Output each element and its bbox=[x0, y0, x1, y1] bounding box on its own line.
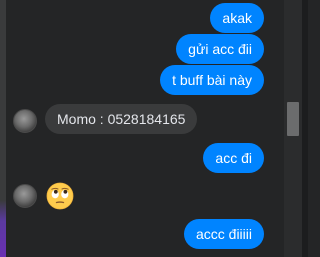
scrollbar-thumb[interactable] bbox=[287, 102, 299, 136]
contact-avatar[interactable] bbox=[13, 184, 37, 208]
message-bubble-outgoing[interactable]: accc điiiii bbox=[183, 219, 264, 249]
message-bubble-outgoing[interactable]: acc đi bbox=[203, 143, 264, 173]
message-bubble-outgoing[interactable]: akak bbox=[210, 3, 264, 33]
message-bubble-incoming[interactable]: Momo : 0528184165 bbox=[45, 104, 198, 134]
message-bubble-outgoing[interactable]: gửi acc đii bbox=[176, 34, 264, 64]
message-bubble-outgoing[interactable]: t buff bài này bbox=[160, 65, 264, 95]
face-with-rolling-eyes-emoji[interactable] bbox=[46, 182, 74, 210]
right-window-edge bbox=[302, 0, 308, 257]
contact-avatar[interactable] bbox=[13, 109, 37, 133]
left-window-edge bbox=[0, 0, 6, 257]
chat-thread: akak gửi acc đii t buff bài này Momo : 0… bbox=[0, 0, 284, 257]
